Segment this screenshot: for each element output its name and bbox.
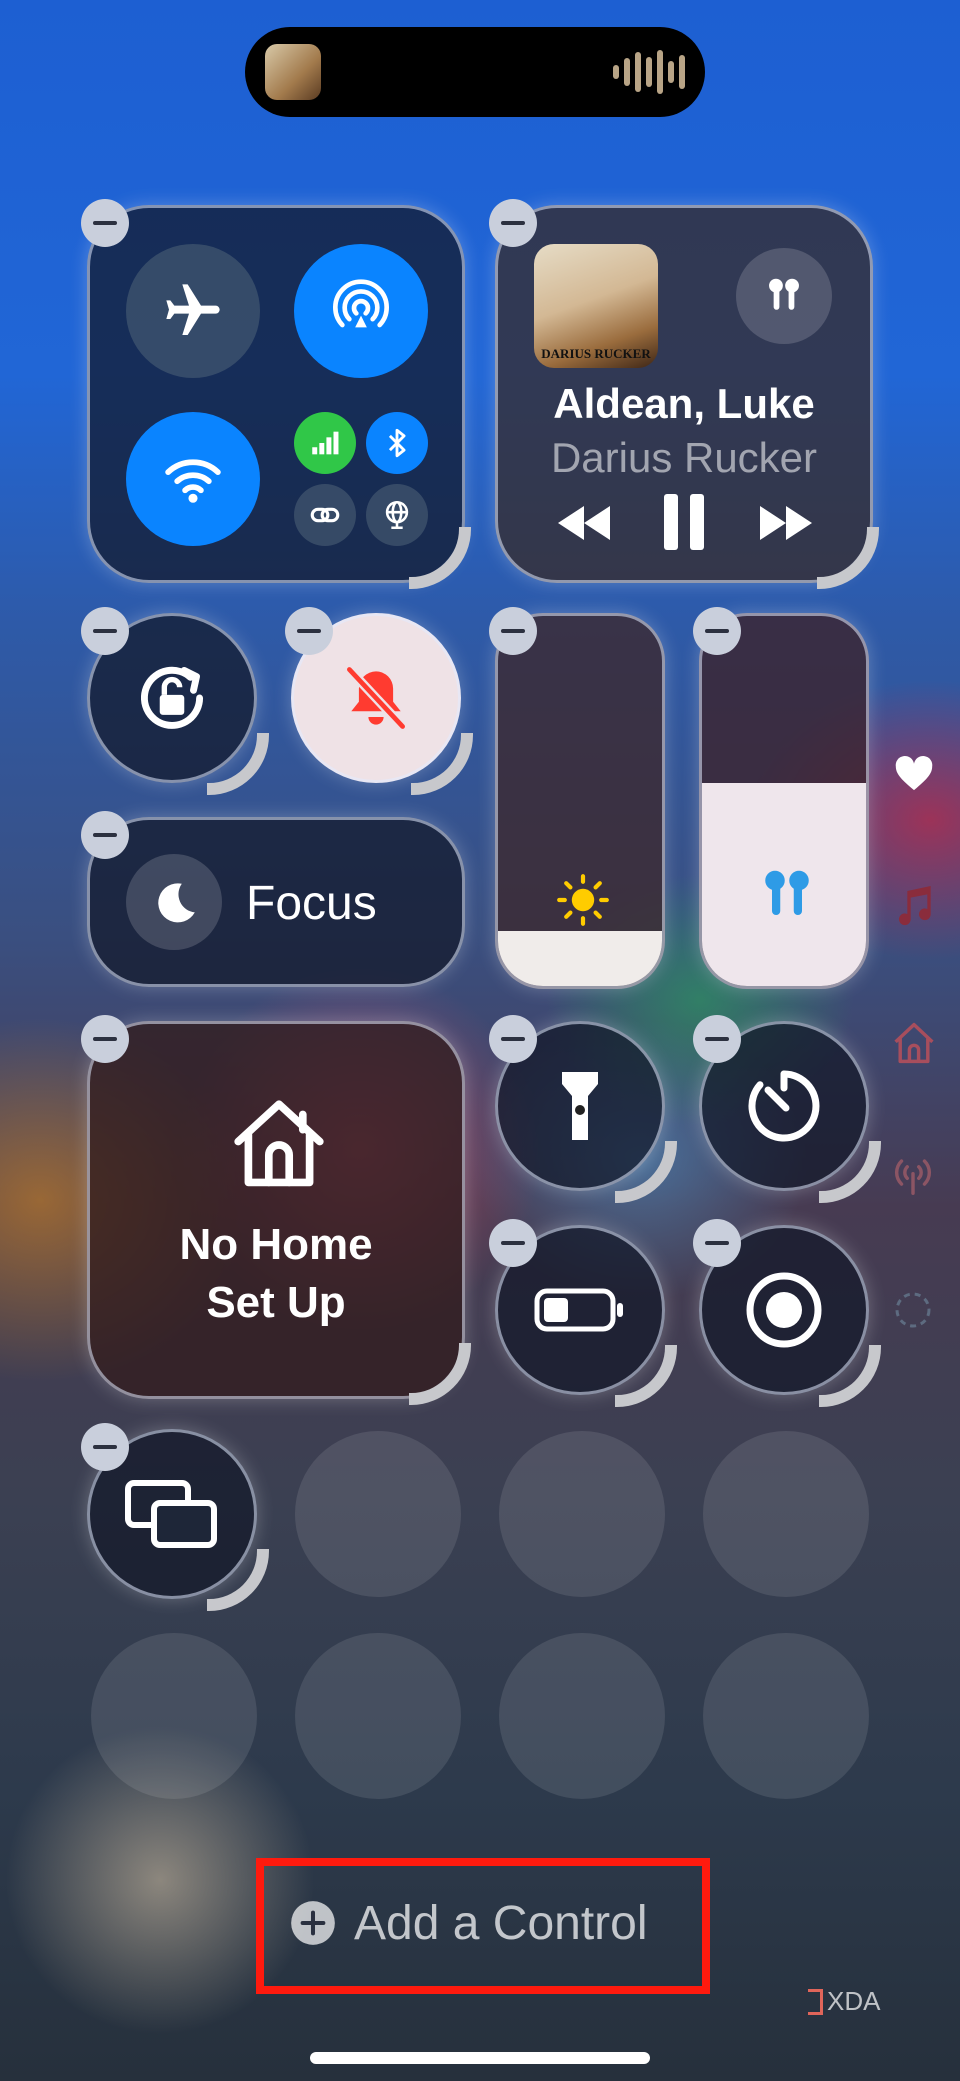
dynamic-island[interactable] xyxy=(245,27,705,117)
moon-icon xyxy=(126,854,222,950)
resize-handle[interactable] xyxy=(819,1345,881,1407)
xda-logo-icon xyxy=(808,1988,823,2015)
brightness-fill xyxy=(498,930,662,986)
rewind-icon xyxy=(558,506,610,540)
home-status-line-2: Set Up xyxy=(206,1278,346,1327)
airpods-icon xyxy=(769,278,799,310)
wifi-button[interactable] xyxy=(126,412,260,546)
remove-brightness-button[interactable] xyxy=(489,607,537,655)
cellular-button[interactable] xyxy=(294,412,356,474)
sun-icon xyxy=(557,874,609,926)
resize-handle[interactable] xyxy=(207,1549,269,1611)
remove-silent-mode-button[interactable] xyxy=(285,607,333,655)
empty-slot[interactable] xyxy=(703,1431,869,1597)
empty-slot[interactable] xyxy=(499,1431,665,1597)
remove-low-power-button[interactable] xyxy=(489,1219,537,1267)
heart-icon[interactable] xyxy=(892,752,936,792)
watermark-text: XDA xyxy=(827,1986,881,2016)
album-thumbnail xyxy=(265,44,321,100)
resize-handle[interactable] xyxy=(819,1141,881,1203)
airpods-icon xyxy=(765,870,809,915)
add-control-button[interactable]: Add a Control xyxy=(290,1890,690,1956)
pause-icon xyxy=(664,494,704,550)
song-title: Aldean, Luke xyxy=(553,380,815,427)
next-track-button[interactable] xyxy=(756,498,816,548)
resize-handle[interactable] xyxy=(207,733,269,795)
personal-hotspot-button[interactable] xyxy=(294,484,356,546)
volume-slider[interactable] xyxy=(699,613,869,989)
focus-tile[interactable]: Focus xyxy=(87,817,465,987)
plus-circle-icon xyxy=(291,1901,335,1945)
wifi-icon xyxy=(165,459,221,503)
remove-screen-recording-button[interactable] xyxy=(693,1219,741,1267)
dashed-circle-icon[interactable] xyxy=(893,1290,933,1330)
fast-forward-icon xyxy=(760,506,812,540)
remove-now-playing-button[interactable] xyxy=(489,199,537,247)
resize-handle[interactable] xyxy=(615,1141,677,1203)
resize-handle[interactable] xyxy=(817,527,879,589)
cellular-signal-icon xyxy=(312,431,339,455)
airdrop-icon xyxy=(333,279,389,328)
remove-connectivity-button[interactable] xyxy=(81,199,129,247)
empty-slot[interactable] xyxy=(295,1431,461,1597)
previous-track-button[interactable] xyxy=(554,498,614,548)
airplane-icon xyxy=(166,284,220,335)
resize-handle[interactable] xyxy=(615,1345,677,1407)
antenna-icon[interactable] xyxy=(890,1156,936,1196)
remove-orientation-lock-button[interactable] xyxy=(81,607,129,655)
watermark: XDA xyxy=(808,1986,880,2017)
resize-handle[interactable] xyxy=(409,1343,471,1405)
airdrop-button[interactable] xyxy=(294,244,428,378)
brightness-slider[interactable] xyxy=(495,613,665,989)
remove-volume-button[interactable] xyxy=(693,607,741,655)
empty-slot[interactable] xyxy=(295,1633,461,1799)
home-icon[interactable] xyxy=(891,1020,937,1066)
remove-focus-button[interactable] xyxy=(81,811,129,859)
bluetooth-icon xyxy=(388,428,406,458)
empty-slot[interactable] xyxy=(91,1633,257,1799)
remove-home-button[interactable] xyxy=(81,1015,129,1063)
resize-handle[interactable] xyxy=(409,527,471,589)
album-text: DARIUS RUCKER xyxy=(541,346,651,361)
home-icon xyxy=(234,1100,324,1187)
bluetooth-button[interactable] xyxy=(366,412,428,474)
airpods-output-button[interactable] xyxy=(736,248,832,344)
remove-timer-button[interactable] xyxy=(693,1015,741,1063)
remove-flashlight-button[interactable] xyxy=(489,1015,537,1063)
hotspot-link-icon xyxy=(310,507,340,523)
home-status-line-1: No Home xyxy=(179,1220,373,1269)
resize-handle[interactable] xyxy=(411,733,473,795)
audio-waveform-icon xyxy=(613,49,685,95)
focus-label: Focus xyxy=(246,877,377,930)
home-indicator[interactable] xyxy=(310,2052,650,2064)
empty-slot[interactable] xyxy=(703,1633,869,1799)
music-note-icon[interactable] xyxy=(894,884,934,928)
remove-screen-mirroring-button[interactable] xyxy=(81,1423,129,1471)
add-control-label: Add a Control xyxy=(354,1896,648,1950)
pause-button[interactable] xyxy=(662,492,706,552)
album-artwork: DARIUS RUCKER xyxy=(534,244,658,368)
airplane-mode-button[interactable] xyxy=(126,244,260,378)
empty-slot[interactable] xyxy=(499,1633,665,1799)
artist-name: Darius Rucker xyxy=(550,434,818,481)
